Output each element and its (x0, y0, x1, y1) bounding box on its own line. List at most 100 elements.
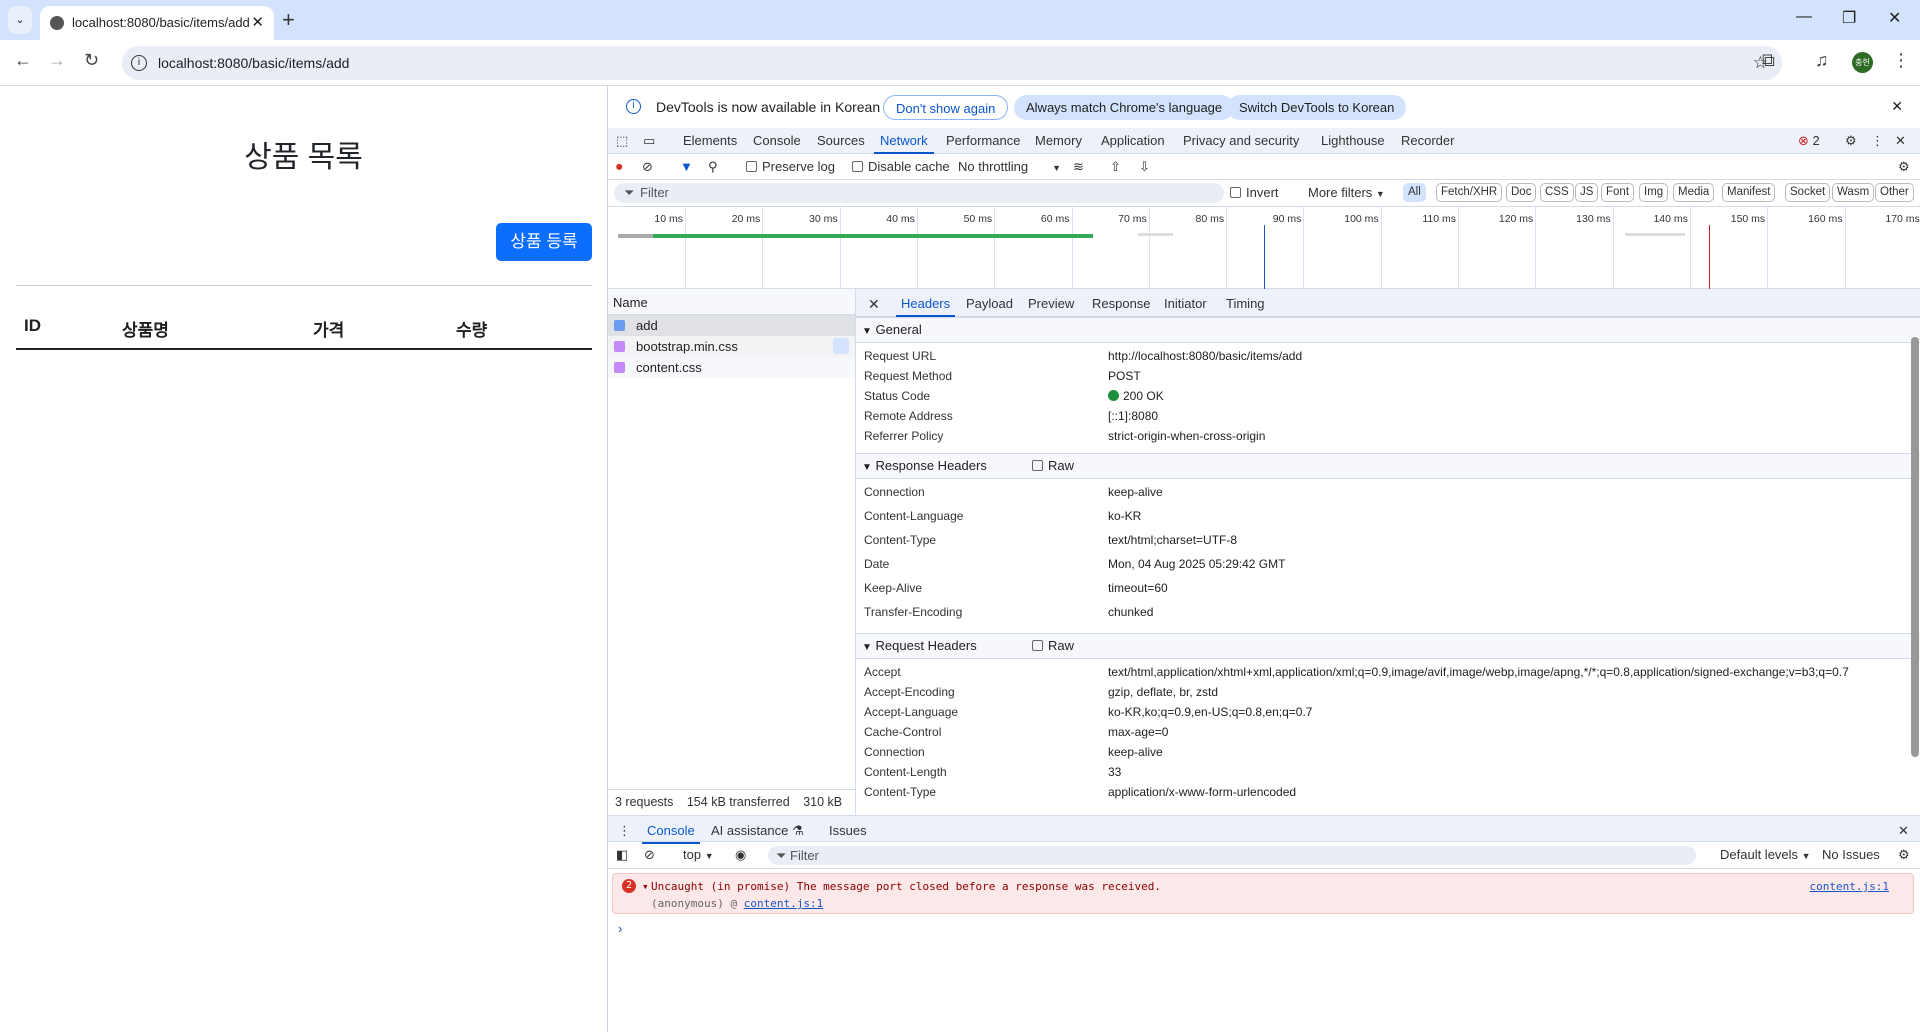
log-levels-dropdown[interactable]: Default levels ▼ (1720, 847, 1811, 862)
console-prompt-icon[interactable]: › (618, 921, 622, 936)
forward-icon[interactable]: → (48, 50, 66, 71)
issues-count[interactable]: No Issues (1822, 847, 1880, 862)
window-close-icon[interactable]: ✕ (1888, 8, 1901, 28)
request-row-add[interactable]: add (608, 315, 855, 336)
tab-performance[interactable]: Performance (946, 133, 1020, 148)
browser-tab[interactable]: localhost:8080/basic/items/add ✕ (40, 6, 274, 40)
section-request-headers[interactable]: ▼ Request Headers Raw (856, 633, 1920, 659)
filter-css[interactable]: CSS (1540, 183, 1574, 202)
filter-doc[interactable]: Doc (1506, 183, 1537, 202)
filter-manifest[interactable]: Manifest (1722, 183, 1776, 202)
network-overview-timeline[interactable]: 10 ms 20 ms 30 ms 40 ms 50 ms 60 ms 70 ms 80 ms… (608, 207, 1920, 289)
minimize-icon[interactable]: — (1796, 8, 1812, 26)
extensions-icon[interactable]: ⧉ (1762, 50, 1775, 71)
menu-icon[interactable]: ⋮ (1892, 50, 1910, 71)
close-devtools-icon[interactable]: ✕ (1895, 133, 1906, 149)
url-input[interactable]: i localhost:8080/basic/items/add ☆ (122, 46, 1782, 80)
close-drawer-icon[interactable]: ✕ (1898, 823, 1909, 839)
switch-korean-button[interactable]: Switch DevTools to Korean (1227, 95, 1407, 120)
close-infobar-icon[interactable]: ✕ (1891, 98, 1903, 115)
close-tab-icon[interactable]: ✕ (251, 6, 264, 40)
tab-elements[interactable]: Elements (683, 133, 737, 148)
tab-timing[interactable]: Timing (1226, 296, 1265, 311)
filter-socket[interactable]: Socket (1785, 183, 1831, 202)
tab-console[interactable]: Console (753, 133, 801, 148)
tab-lighthouse[interactable]: Lighthouse (1321, 133, 1385, 148)
profile-avatar[interactable]: 충헌 (1852, 52, 1873, 73)
filter-img[interactable]: Img (1639, 183, 1669, 202)
preserve-log-checkbox[interactable]: Preserve log (746, 159, 835, 174)
error-count-badge[interactable]: ⊗ 2 (1798, 133, 1820, 149)
invert-checkbox[interactable]: Invert (1230, 185, 1279, 200)
drawer-menu-icon[interactable]: ⋮ (618, 823, 631, 839)
context-select[interactable]: top ▼ (683, 847, 714, 862)
ai-assist-icon[interactable] (833, 338, 849, 354)
expand-triangle-icon[interactable]: ▾ (642, 880, 649, 893)
name-column-header[interactable]: Name (608, 289, 855, 315)
match-language-button[interactable]: Always match Chrome's language (1014, 95, 1235, 120)
raw-checkbox[interactable]: Raw (1032, 454, 1074, 478)
error-source-link[interactable]: content.js:1 (1810, 880, 1889, 893)
filter-icon[interactable]: ▼ (680, 159, 693, 174)
filter-fetch-xhr[interactable]: Fetch/XHR (1436, 183, 1503, 202)
more-filters-dropdown[interactable]: More filters ▼ (1308, 185, 1385, 200)
console-filter-input[interactable]: ⏷ Filter (768, 846, 1696, 865)
section-response-headers[interactable]: ▼ Response Headers Raw (856, 453, 1920, 479)
tab-sources[interactable]: Sources (817, 133, 865, 148)
back-icon[interactable]: ← (14, 50, 32, 71)
restore-icon[interactable]: ❐ (1842, 8, 1856, 28)
tab-recorder[interactable]: Recorder (1401, 133, 1454, 148)
filter-all[interactable]: All (1403, 183, 1426, 202)
network-conditions-icon[interactable]: ≋ (1073, 159, 1084, 175)
settings-icon[interactable]: ⚙ (1845, 133, 1857, 149)
tab-initiator[interactable]: Initiator (1164, 296, 1207, 311)
new-tab-button[interactable]: + (282, 6, 295, 34)
drawer-tab-console[interactable]: Console (642, 823, 700, 844)
filter-js[interactable]: JS (1575, 183, 1599, 202)
inspect-element-icon[interactable]: ⬚ (616, 133, 628, 149)
raw-checkbox[interactable]: Raw (1032, 634, 1074, 658)
scrollbar[interactable] (1911, 337, 1919, 757)
tab-response[interactable]: Response (1092, 296, 1151, 311)
filter-other[interactable]: Other (1875, 183, 1914, 202)
throttling-select[interactable]: No throttling ▼ (958, 159, 1061, 174)
drawer-tab-issues[interactable]: Issues (829, 823, 867, 838)
site-info-icon[interactable]: i (131, 55, 147, 71)
filter-wasm[interactable]: Wasm (1832, 183, 1875, 202)
filter-media[interactable]: Media (1673, 183, 1715, 202)
dont-show-again-button[interactable]: Don't show again (883, 95, 1009, 120)
live-expression-eye-icon[interactable]: ◉ (735, 847, 746, 863)
device-toolbar-icon[interactable]: ▭ (643, 133, 655, 149)
clear-console-icon[interactable]: ⊘ (644, 847, 655, 863)
filter-font[interactable]: Font (1601, 183, 1635, 202)
console-settings-icon[interactable]: ⚙ (1898, 847, 1910, 863)
tab-network[interactable]: Network (874, 133, 934, 154)
request-row-content[interactable]: content.css (608, 357, 855, 378)
reload-icon[interactable]: ↻ (84, 50, 99, 71)
record-icon[interactable]: ⏺ (616, 159, 623, 175)
add-item-button[interactable]: 상품 등록 (496, 223, 592, 261)
tab-privacy-security[interactable]: Privacy and security (1183, 133, 1299, 148)
drawer-tab-ai-assistance[interactable]: AI assistance ⚗ (711, 823, 804, 839)
section-general[interactable]: ▼ General (856, 317, 1920, 343)
tab-application[interactable]: Application (1101, 133, 1165, 148)
tab-headers[interactable]: Headers (895, 296, 956, 317)
stack-link[interactable]: content.js:1 (744, 897, 823, 910)
filter-input[interactable]: ⏷ Filter (614, 183, 1224, 203)
disable-cache-checkbox[interactable]: Disable cache (852, 159, 950, 174)
tab-preview[interactable]: Preview (1028, 296, 1074, 311)
network-settings-icon[interactable]: ⚙ (1898, 159, 1910, 175)
media-control-icon[interactable]: ♫ (1815, 50, 1829, 71)
tab-payload[interactable]: Payload (966, 296, 1013, 311)
import-har-icon[interactable]: ⇧ (1110, 159, 1121, 175)
tab-search-button[interactable]: ⌄ (8, 6, 32, 34)
sidebar-toggle-icon[interactable]: ◧ (616, 847, 628, 863)
clear-icon[interactable]: ⊘ (642, 159, 653, 175)
collapse-triangle-icon: ▼ (862, 642, 872, 653)
close-details-icon[interactable]: ✕ (868, 296, 880, 313)
tab-memory[interactable]: Memory (1035, 133, 1082, 148)
more-options-icon[interactable]: ⋮ (1871, 133, 1884, 149)
search-icon[interactable]: ⚲ (708, 159, 718, 175)
request-row-bootstrap[interactable]: bootstrap.min.css (608, 336, 855, 357)
export-har-icon[interactable]: ⇩ (1139, 159, 1150, 175)
